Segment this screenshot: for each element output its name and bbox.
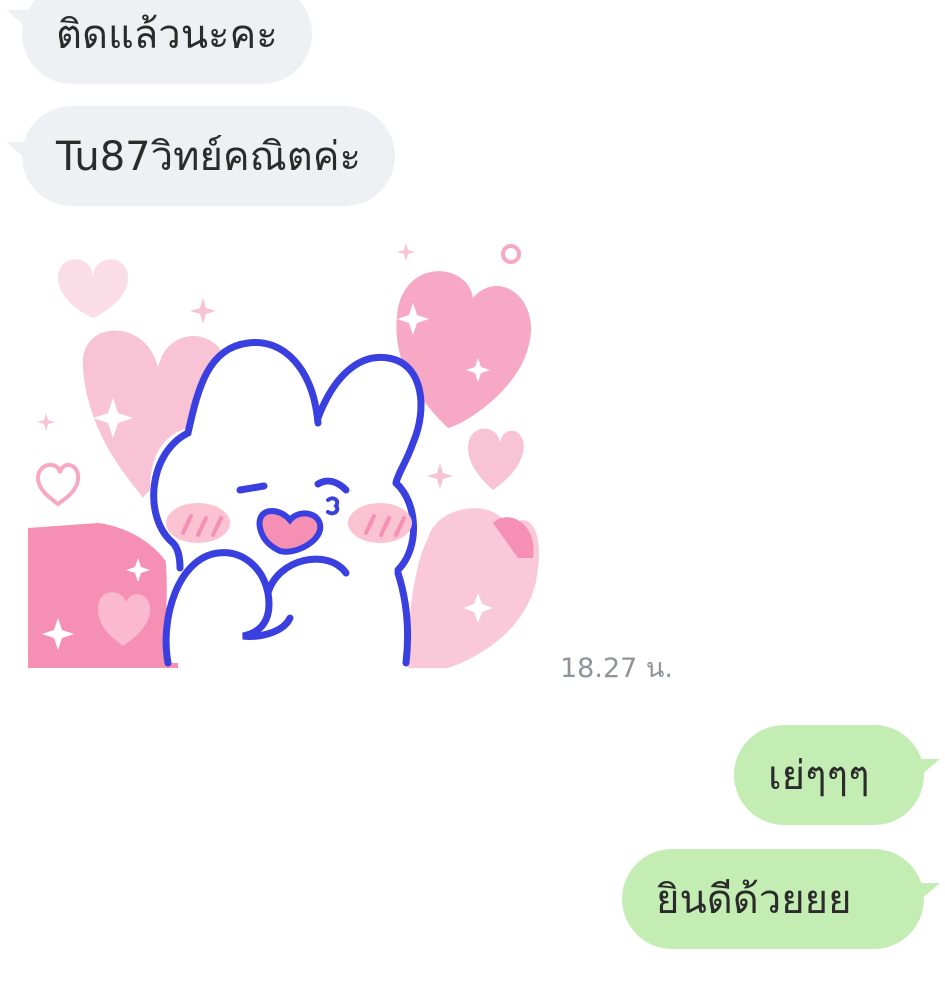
outgoing-message-bubble[interactable]: เย่ๆๆๆ bbox=[734, 725, 924, 825]
heart-icon bbox=[28, 523, 178, 668]
incoming-message-bubble[interactable]: Tu87วิทย์คณิตค่ะ bbox=[22, 106, 395, 206]
message-text: ยินดีด้วยยย bbox=[656, 877, 852, 923]
outgoing-message-bubble[interactable]: ยินดีด้วยยย bbox=[622, 849, 924, 949]
heart-icon bbox=[468, 428, 524, 490]
heart-icon bbox=[408, 508, 539, 668]
bunny-sticker-image bbox=[28, 243, 539, 668]
outgoing-bubble-tail bbox=[914, 883, 940, 905]
message-text: เย่ๆๆๆ bbox=[768, 753, 870, 799]
circle-decoration bbox=[501, 244, 521, 264]
pink-bunny-hearts-sticker[interactable] bbox=[28, 238, 543, 673]
incoming-message-bubble[interactable]: ติดแล้วนะคะ bbox=[22, 0, 312, 84]
heart-icon bbox=[58, 259, 128, 318]
message-text: ติดแล้วนะคะ bbox=[56, 12, 278, 58]
message-timestamp: 18.27 น. bbox=[560, 653, 673, 684]
outgoing-bubble-tail bbox=[914, 759, 940, 781]
heart-icon bbox=[35, 462, 81, 507]
message-text: Tu87วิทย์คณิตค่ะ bbox=[56, 134, 361, 180]
